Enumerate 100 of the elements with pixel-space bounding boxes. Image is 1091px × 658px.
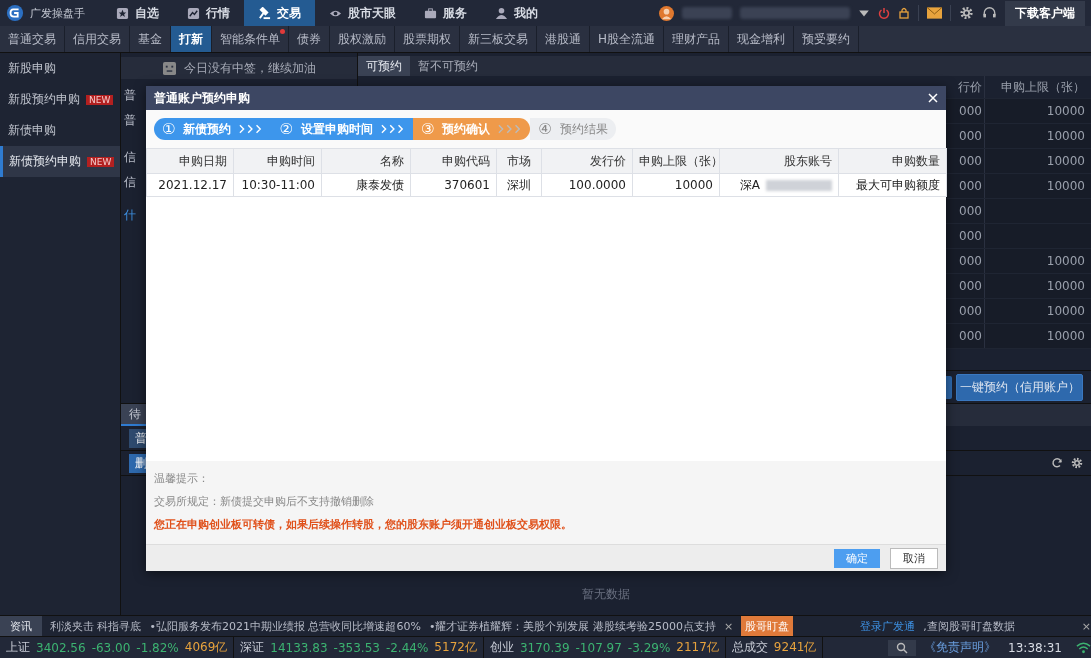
panel-tab[interactable]: 待	[121, 404, 149, 426]
sidebar-item[interactable]: 新股预约申购 NEW	[0, 84, 120, 115]
table-cell: 康泰发债	[321, 173, 411, 197]
column-header: 行价	[958, 79, 982, 94]
column-header: 名称	[321, 148, 411, 174]
account-label: 普	[124, 112, 136, 129]
subnav-tab[interactable]: 港股通	[537, 26, 590, 52]
table-cell: 100.0000	[541, 173, 633, 197]
sidebar-item[interactable]: 新股申购	[0, 53, 120, 84]
nav-tab[interactable]: 我的	[481, 0, 552, 26]
notice-title: 温馨提示：	[154, 471, 209, 486]
index-change: -107.97	[575, 640, 622, 655]
table-cell: 10000	[1046, 179, 1085, 193]
help-link[interactable]: 什	[124, 207, 136, 224]
index-name: 上证	[6, 639, 30, 656]
step-label: 设置申购时间	[300, 120, 373, 138]
index-name: 创业	[489, 639, 514, 656]
list-tab[interactable]: 暂不可预约	[410, 56, 486, 76]
table-cell: 000	[959, 279, 982, 293]
warning-text: 您正在申购创业板可转债，如果后续操作转股，您的股东账户须开通创业板交易权限。	[154, 517, 572, 532]
close-button[interactable]: ×	[1081, 619, 1091, 633]
subnav-tab[interactable]: 债券	[289, 26, 330, 52]
table-cell: 10000	[632, 173, 720, 197]
new-badge: NEW	[86, 94, 114, 105]
table-cell: 000	[959, 304, 982, 318]
download-button[interactable]: 下载客户端	[1005, 0, 1085, 26]
table-cell: 000	[959, 179, 982, 193]
table-cell: 000	[959, 254, 982, 268]
table-cell: 000	[959, 129, 982, 143]
account-label: 信	[124, 149, 136, 166]
table-cell: 10:30-11:00	[233, 173, 322, 197]
news-item[interactable]: •弘阳服务发布2021中期业绩报 总营收同比增速超60%	[149, 618, 421, 634]
index-change: -63.00	[91, 640, 131, 655]
index-value: 3402.56	[36, 640, 86, 655]
sidebar-item[interactable]: 新债预约申购 NEW	[0, 146, 120, 177]
index-percent: -1.82%	[136, 640, 179, 655]
disclaimer-link[interactable]: 《免责声明》	[924, 639, 997, 656]
subnav-tab[interactable]: 股权激励	[330, 26, 395, 52]
account-label: 信	[124, 174, 136, 191]
table-cell: 10000	[1046, 104, 1085, 118]
column-header: 发行价	[541, 148, 633, 174]
table-cell: 10000	[1046, 329, 1085, 343]
step-label: 新债预约	[183, 120, 232, 138]
empty-message: 暂无数据	[582, 586, 630, 603]
index-value: 14133.83	[270, 640, 328, 655]
step-label: 预约结果	[559, 120, 608, 138]
reserve-all-button[interactable]: 一键预约（信用账户）	[956, 373, 1083, 401]
news-tab[interactable]: 资讯	[0, 616, 42, 636]
column-header: 申购上限（张）	[632, 148, 720, 174]
table-cell: 000	[959, 104, 982, 118]
turnover: 4069亿	[184, 639, 228, 656]
step-number: ③	[420, 120, 435, 138]
subnav-tab[interactable]: 理财产品	[664, 26, 730, 52]
column-header: 股东账号	[719, 148, 839, 174]
table-cell: 000	[959, 154, 982, 168]
table-cell: 000	[959, 329, 982, 343]
table-cell: 2021.12.17	[146, 173, 234, 197]
step-label: 预约确认	[442, 120, 491, 138]
table-cell: 000	[959, 204, 982, 218]
subnav-tab[interactable]: 预受要约	[794, 26, 860, 52]
new-badge: NEW	[87, 156, 115, 167]
column-header: 申购时间	[233, 148, 322, 174]
table-cell: 10000	[1046, 129, 1085, 143]
news-item[interactable]: 利淡夹击 科指寻底	[50, 618, 142, 634]
nav-tab[interactable]: 服务	[410, 0, 481, 26]
table-cell: 10000	[1046, 304, 1085, 318]
subnav-tab[interactable]: 新三板交易	[460, 26, 537, 52]
nav-tab[interactable]: 行情	[173, 0, 244, 26]
index-change: -353.53	[333, 640, 380, 655]
cancel-button[interactable]: 取消	[890, 547, 938, 569]
column-header: 市场	[496, 148, 542, 174]
nav-tab[interactable]: 自选	[102, 0, 173, 26]
subnav-tab[interactable]: 现金增利	[729, 26, 795, 52]
column-header: 申购上限（张）	[984, 76, 1091, 98]
turnover: 2117亿	[676, 639, 719, 656]
total-label: 总成交	[731, 639, 768, 656]
close-button[interactable]: ×	[723, 619, 734, 633]
banner-text: 今日没有中签，继续加油	[183, 59, 316, 77]
subnav-tab[interactable]: 打新	[171, 26, 212, 52]
table-cell: 10000	[1046, 254, 1085, 268]
dialog-title: 普通账户预约申购	[154, 89, 250, 107]
subnav-tab[interactable]: 智能条件单	[212, 26, 289, 52]
column-header: 申购日期	[146, 148, 234, 174]
list-tab[interactable]: 可预约	[358, 56, 410, 76]
subnav-tab[interactable]: 股票期权	[395, 26, 460, 52]
app-name: 广发操盘手	[30, 5, 85, 21]
subnav-tab[interactable]: H股全流通	[590, 26, 665, 52]
subnav-tab[interactable]: 信用交易	[65, 26, 130, 52]
nav-tab[interactable]: 交易	[244, 0, 315, 26]
login-link[interactable]: 登录广发通	[860, 618, 916, 634]
index-percent: -3.29%	[627, 640, 671, 655]
news-item[interactable]: •耀才证券植耀辉：美股个别发展 港股续考验25000点支持	[428, 618, 716, 634]
column-header: 申购代码	[410, 148, 497, 174]
table-cell: 10000	[1046, 279, 1085, 293]
step-number: ④	[538, 120, 552, 138]
subnav-tab[interactable]: 普通交易	[0, 26, 65, 52]
step-number: ①	[162, 120, 176, 138]
nav-tab[interactable]: 股市天眼	[315, 0, 410, 26]
sidebar-item[interactable]: 新债申购	[0, 115, 120, 146]
turnover: 5172亿	[434, 639, 477, 656]
